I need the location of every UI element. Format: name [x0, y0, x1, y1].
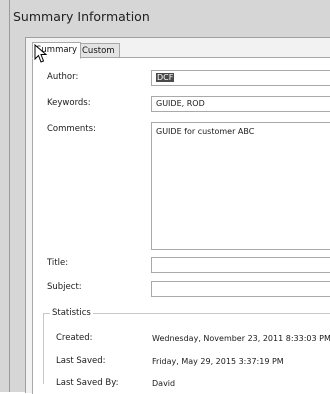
last-saved-by-value: David: [152, 379, 176, 388]
created-value: Wednesday, November 23, 2011 8:33:03 PM: [152, 334, 330, 343]
author-field[interactable]: DCF: [151, 70, 330, 86]
title-label: Title:: [47, 258, 69, 268]
last-saved-label: Last Saved:: [56, 356, 106, 366]
comments-field[interactable]: GUIDE for customer ABC: [151, 122, 330, 250]
title-bar: Summary Information: [10, 0, 330, 34]
background-strip: [0, 0, 9, 392]
mouse-pointer-icon: [34, 44, 48, 63]
summary-information-dialog: Summary Information Summary Custom Autho…: [9, 0, 330, 394]
last-saved-by-label: Last Saved By:: [56, 378, 119, 388]
author-label: Author:: [47, 72, 79, 82]
statistics-group: Statistics Created: Wednesday, November …: [43, 308, 330, 388]
dialog-panel: Summary Custom Author: DCF Keywords: GUI…: [25, 37, 330, 394]
author-value: DCF: [156, 73, 175, 82]
keywords-field[interactable]: GUIDE, ROD: [151, 96, 330, 112]
subject-label: Subject:: [47, 282, 82, 292]
statistics-legend: Statistics: [50, 308, 93, 318]
subject-field[interactable]: [151, 281, 330, 297]
keywords-label: Keywords:: [47, 98, 91, 108]
summary-tab-content: Author: DCF Keywords: GUIDE, ROD Comment…: [32, 57, 330, 394]
created-label: Created:: [56, 333, 93, 343]
dialog-title: Summary Information: [13, 9, 150, 24]
last-saved-value: Friday, May 29, 2015 3:37:19 PM: [152, 357, 284, 366]
comments-label: Comments:: [47, 124, 96, 134]
title-field[interactable]: [151, 257, 330, 273]
